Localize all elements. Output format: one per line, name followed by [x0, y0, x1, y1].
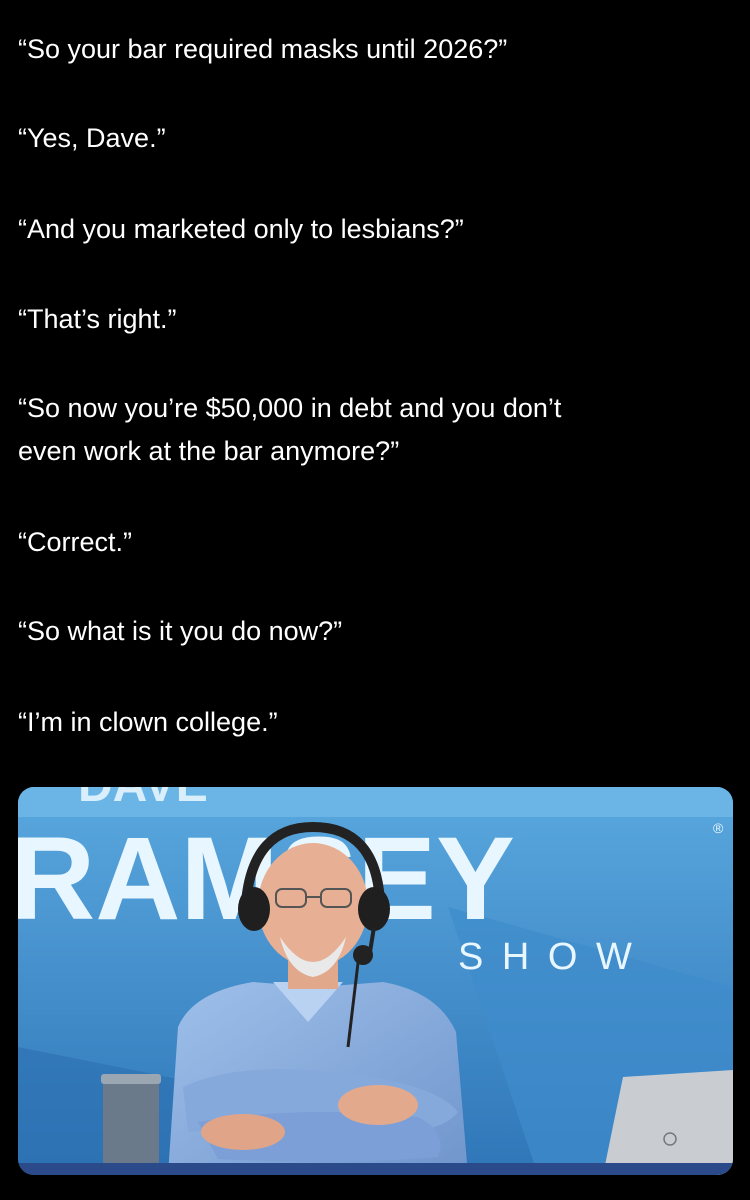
registered-mark: ® — [713, 820, 724, 836]
quote-line-1: “So your bar required masks until 2026?” — [18, 34, 508, 64]
quote-line-5-cont: even work at the bar anymore?” — [18, 436, 400, 466]
studio-scene: DAVE RAMSEY ® S H O W — [18, 787, 733, 1175]
quote-line-4: “That’s right.” — [18, 304, 177, 334]
quote-line-7: “So what is it you do now?” — [18, 616, 343, 646]
post-image[interactable]: DAVE RAMSEY ® S H O W — [18, 787, 733, 1175]
quote-line-3: “And you marketed only to lesbians?” — [18, 214, 464, 244]
banner-top-text: DAVE — [78, 787, 208, 812]
quote-line-6: “Correct.” — [18, 527, 132, 557]
show-text: S H O W — [458, 936, 636, 978]
tumbler-cup — [101, 1074, 161, 1167]
quote-line-2: “Yes, Dave.” — [18, 123, 166, 153]
desk — [18, 1163, 733, 1175]
quote-line-8: “I’m in clown college.” — [18, 707, 278, 737]
laptop — [603, 1070, 733, 1175]
quote-line-5: “So now you’re $50,000 in debt and you d… — [18, 393, 562, 423]
